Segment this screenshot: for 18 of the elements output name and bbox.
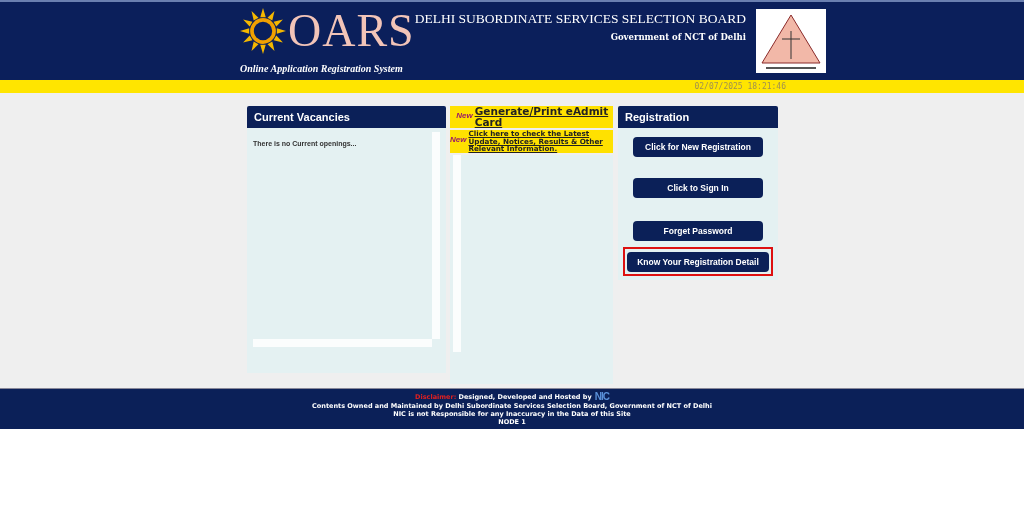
sun-icon (240, 8, 286, 54)
nic-logo: NIC (594, 392, 609, 402)
registration-button[interactable]: Know Your Registration Detail (627, 252, 769, 272)
panel-title: Current Vacancies (247, 106, 446, 128)
date-time: 02/07/2025 18:21:46 (694, 82, 786, 91)
registration-button[interactable]: Forget Password (633, 221, 763, 241)
logo-caption: Online Application Registration System (240, 62, 403, 75)
emblem-icon (755, 9, 826, 73)
government-name: Government of NCT of Delhi (609, 32, 746, 42)
panel-title: Registration (618, 106, 778, 128)
registration-button[interactable]: Click to Sign In (633, 178, 763, 198)
registration-button[interactable]: Click for New Registration (633, 137, 763, 157)
scrollbar[interactable] (453, 154, 461, 352)
new-label: New (450, 135, 468, 144)
logo-text: OARS (288, 6, 415, 56)
new-label: New (455, 111, 474, 120)
board-name: DELHI SUBORDINATE SERVICES SELECTION BOARD (414, 11, 746, 27)
notice-link[interactable]: Generate/Print eAdmit Card (474, 106, 613, 129)
